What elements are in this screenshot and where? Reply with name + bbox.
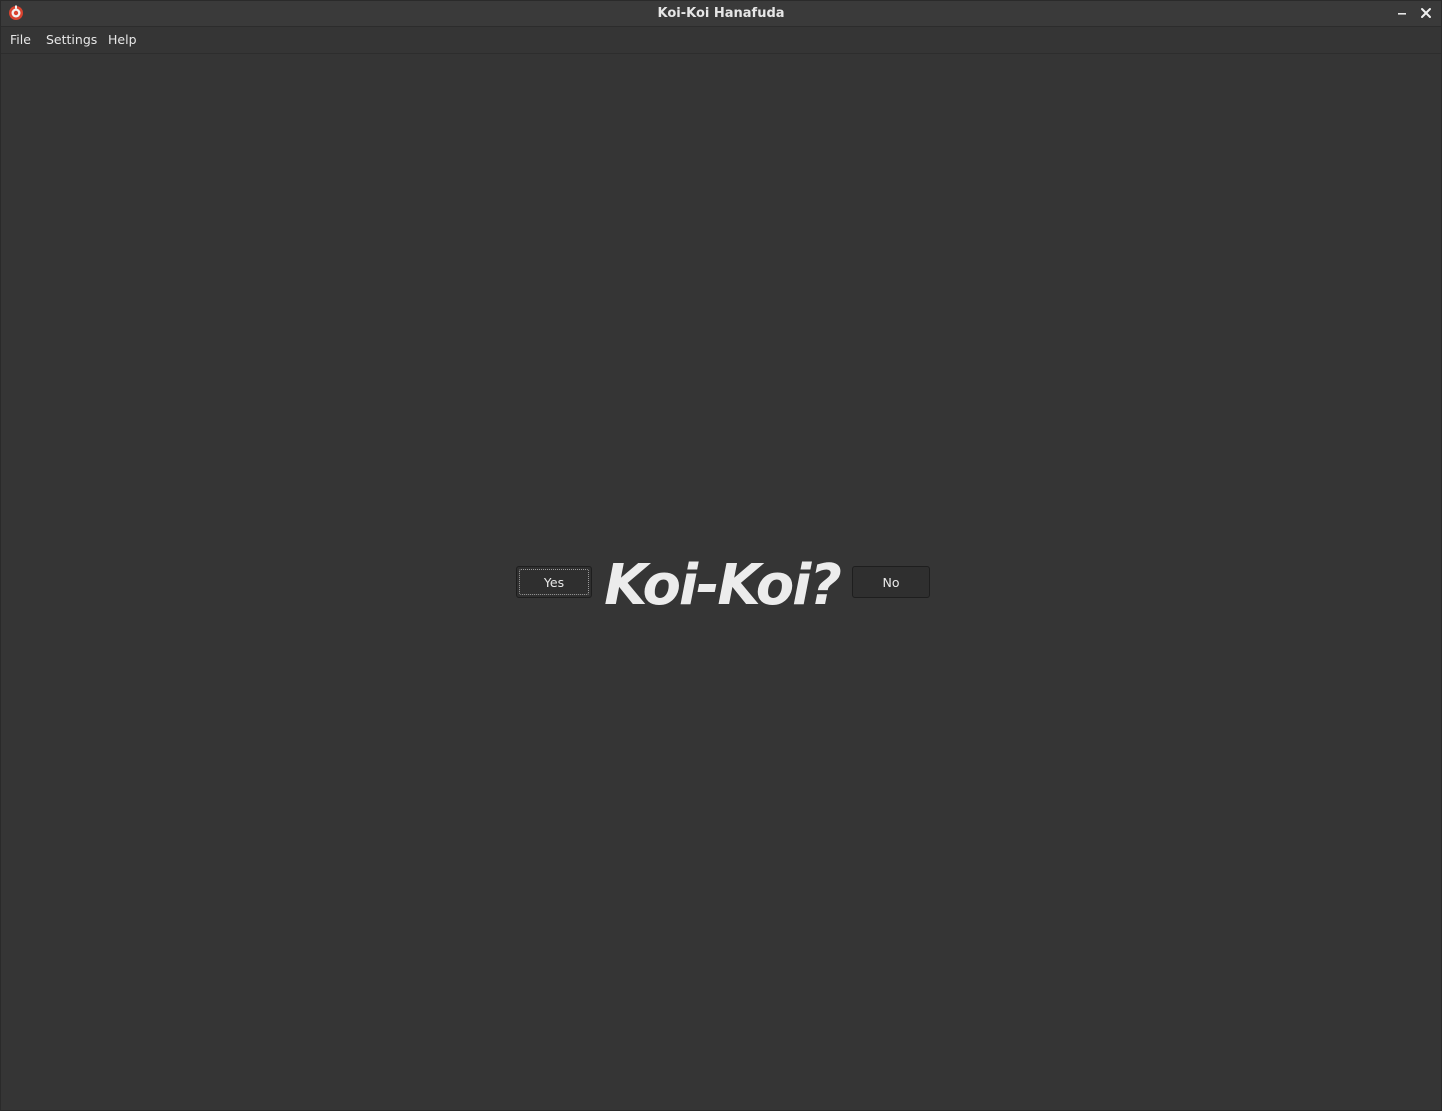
yes-button-label: Yes xyxy=(543,575,565,590)
menu-help[interactable]: Help xyxy=(100,27,145,53)
menu-settings[interactable]: Settings xyxy=(38,27,105,53)
koi-koi-question: Koi-Koi? xyxy=(604,553,842,618)
title-bar[interactable]: Koi-Koi Hanafuda xyxy=(1,1,1441,27)
minimize-icon[interactable] xyxy=(1394,5,1410,21)
app-window: Koi-Koi Hanafuda File Settings Help Yes … xyxy=(0,0,1442,1111)
close-icon[interactable] xyxy=(1418,5,1434,21)
yes-button[interactable]: Yes xyxy=(516,566,592,598)
no-button[interactable]: No xyxy=(852,566,930,598)
window-title: Koi-Koi Hanafuda xyxy=(657,6,785,21)
no-button-label: No xyxy=(882,575,900,590)
koi-koi-prompt: Yes Koi-Koi? No xyxy=(515,555,931,617)
menu-file[interactable]: File xyxy=(2,27,39,53)
menu-bar: File Settings Help xyxy=(1,27,1441,54)
